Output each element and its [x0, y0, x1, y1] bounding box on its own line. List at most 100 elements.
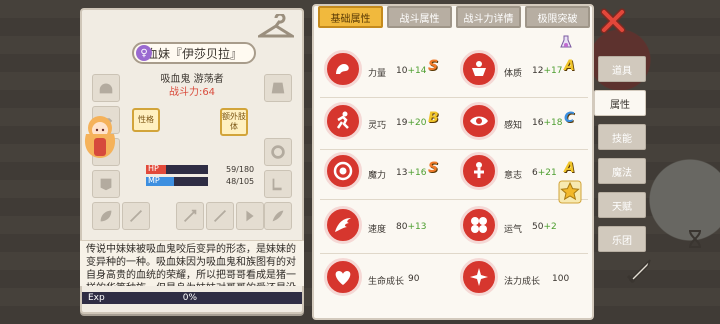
heart-icon [324, 258, 362, 296]
stat-name: 感知 [504, 121, 523, 131]
stat-magic: 魔力 13+16 S [320, 150, 450, 196]
stat-name: 魔力 [368, 171, 387, 181]
character-description: 传说中妹妹被吸血鬼咬后变异的形态，是妹妹的变异种的一种。吸血妹因为吸血鬼和族图有… [80, 240, 304, 286]
helmet-icon [99, 83, 113, 94]
leaf-icon [100, 210, 112, 222]
stat-luck: 运气 50+2 [456, 204, 586, 250]
stat-name: 法力成长 [504, 277, 541, 287]
close-icon[interactable] [600, 8, 626, 34]
stat-grade: C [564, 110, 575, 126]
stat-row-1: 力量 10+14 S 体质 12+17 A [320, 44, 588, 98]
tab-combat-power-details[interactable]: 战斗力详情 [456, 6, 521, 28]
tab-limit-break[interactable]: 极限突破 [525, 6, 590, 28]
side-nav: 道具 属性 技能 魔法 天赋 乐团 [594, 56, 648, 260]
side-nav-items[interactable]: 道具 [598, 56, 646, 82]
staff-icon [129, 209, 143, 223]
stat-grade: S [428, 160, 439, 176]
equip-slot-ring[interactable] [264, 138, 292, 166]
tab-basic-attributes[interactable]: 基础属性 [318, 6, 383, 28]
magic-orb-icon [324, 152, 362, 190]
wing-icon [324, 206, 362, 244]
stat-row-5: 生命成长 90 法力成长 100 [320, 252, 588, 306]
equip-slot-accessory-3[interactable] [206, 202, 234, 230]
personality-button[interactable]: 性格 [132, 108, 160, 132]
exp-value: 0% [182, 293, 198, 303]
equip-slot-accessory-1[interactable] [122, 202, 150, 230]
character-name: 血妹『伊莎贝拉』 [145, 46, 242, 61]
stat-value: 80+13 [396, 222, 427, 232]
stat-value: 12+17 [532, 66, 563, 76]
stat-hp-growth: 生命成长 90 [320, 256, 450, 302]
wing-slot-icon [272, 210, 284, 222]
side-nav-band[interactable]: 乐团 [598, 226, 646, 252]
stat-name: 体质 [504, 69, 523, 79]
character-portrait [84, 116, 116, 158]
equip-slot-accessory-4[interactable] [236, 202, 264, 230]
clover-icon [460, 206, 498, 244]
stat-grade: A [564, 160, 575, 176]
equip-slot-accessory-2[interactable] [176, 202, 204, 230]
sword-icon[interactable] [624, 256, 654, 286]
stat-perception: 感知 16+18 C [456, 100, 586, 146]
runner-icon [324, 102, 362, 140]
stat-mp-growth: 法力成长 100 [456, 256, 586, 302]
stat-value: 6+21 [532, 168, 557, 178]
arm-icon [324, 50, 362, 88]
stat-name: 速度 [368, 225, 387, 235]
stat-value: 90 [408, 274, 420, 284]
stat-speed: 速度 80+13 [320, 204, 450, 250]
stat-value: 100 [552, 274, 570, 284]
side-nav-talent[interactable]: 天赋 [598, 192, 646, 218]
ring-icon [271, 145, 285, 159]
will-icon [460, 152, 498, 190]
mp-bar: MP [146, 176, 208, 186]
attribute-tabs: 基础属性 战斗属性 战斗力详情 极限突破 [318, 6, 590, 28]
stat-strength: 力量 10+14 S [320, 48, 450, 94]
equip-slot-back[interactable] [264, 74, 292, 102]
stat-grade: A [564, 58, 575, 74]
exp-bar: Exp 0% [82, 292, 302, 304]
stat-value: 19+20 [396, 118, 427, 128]
side-nav-attributes[interactable]: 属性 [594, 90, 646, 116]
stat-value: 50+2 [532, 222, 557, 232]
hp-value: 59/180 [226, 165, 255, 174]
hourglass-icon[interactable] [684, 228, 706, 250]
hp-row: HP 59/180 [146, 164, 290, 174]
mp-label: MP [148, 176, 160, 185]
hanger-icon[interactable] [258, 14, 294, 40]
stat-row-4: 速度 80+13 运气 50+2 [320, 200, 588, 254]
stat-grade: S [428, 58, 439, 74]
stat-name: 意志 [504, 171, 523, 181]
sparkle-icon [460, 258, 498, 296]
exp-label: Exp [88, 293, 105, 303]
stat-agility: 灵巧 19+20 B [320, 100, 450, 146]
stat-value: 16+18 [532, 118, 563, 128]
side-nav-skills[interactable]: 技能 [598, 124, 646, 150]
stat-grade: B [428, 110, 439, 126]
stat-name: 运气 [504, 225, 523, 235]
stat-value: 13+16 [396, 168, 427, 178]
stat-name: 力量 [368, 69, 387, 79]
spear-icon [213, 209, 227, 223]
equip-slot-leg[interactable] [92, 202, 120, 230]
equip-slot-head[interactable] [92, 74, 120, 102]
body-icon [460, 50, 498, 88]
side-nav-magic[interactable]: 魔法 [598, 158, 646, 184]
stat-row-2: 灵巧 19+20 B 感知 16+18 C [320, 96, 588, 150]
eye-icon [460, 102, 498, 140]
equip-slot-body[interactable] [92, 170, 120, 198]
extra-body-button[interactable]: 额外肢体 [220, 108, 248, 136]
tab-combat-attributes[interactable]: 战斗属性 [387, 6, 452, 28]
female-gender-icon: ♀ [136, 45, 152, 61]
character-name-plate: ♀ 血妹『伊莎贝拉』 [132, 42, 256, 64]
stat-name: 生命成长 [368, 277, 405, 287]
hp-bar: HP [146, 164, 208, 174]
cloak-icon [271, 82, 285, 94]
stat-name: 灵巧 [368, 121, 387, 131]
rune-icon [246, 210, 254, 222]
sword-slot-icon [183, 209, 197, 223]
mp-value: 48/105 [226, 177, 255, 186]
armor-icon [100, 178, 112, 191]
equip-slot-charm[interactable] [264, 202, 292, 230]
hp-label: HP [148, 164, 159, 173]
